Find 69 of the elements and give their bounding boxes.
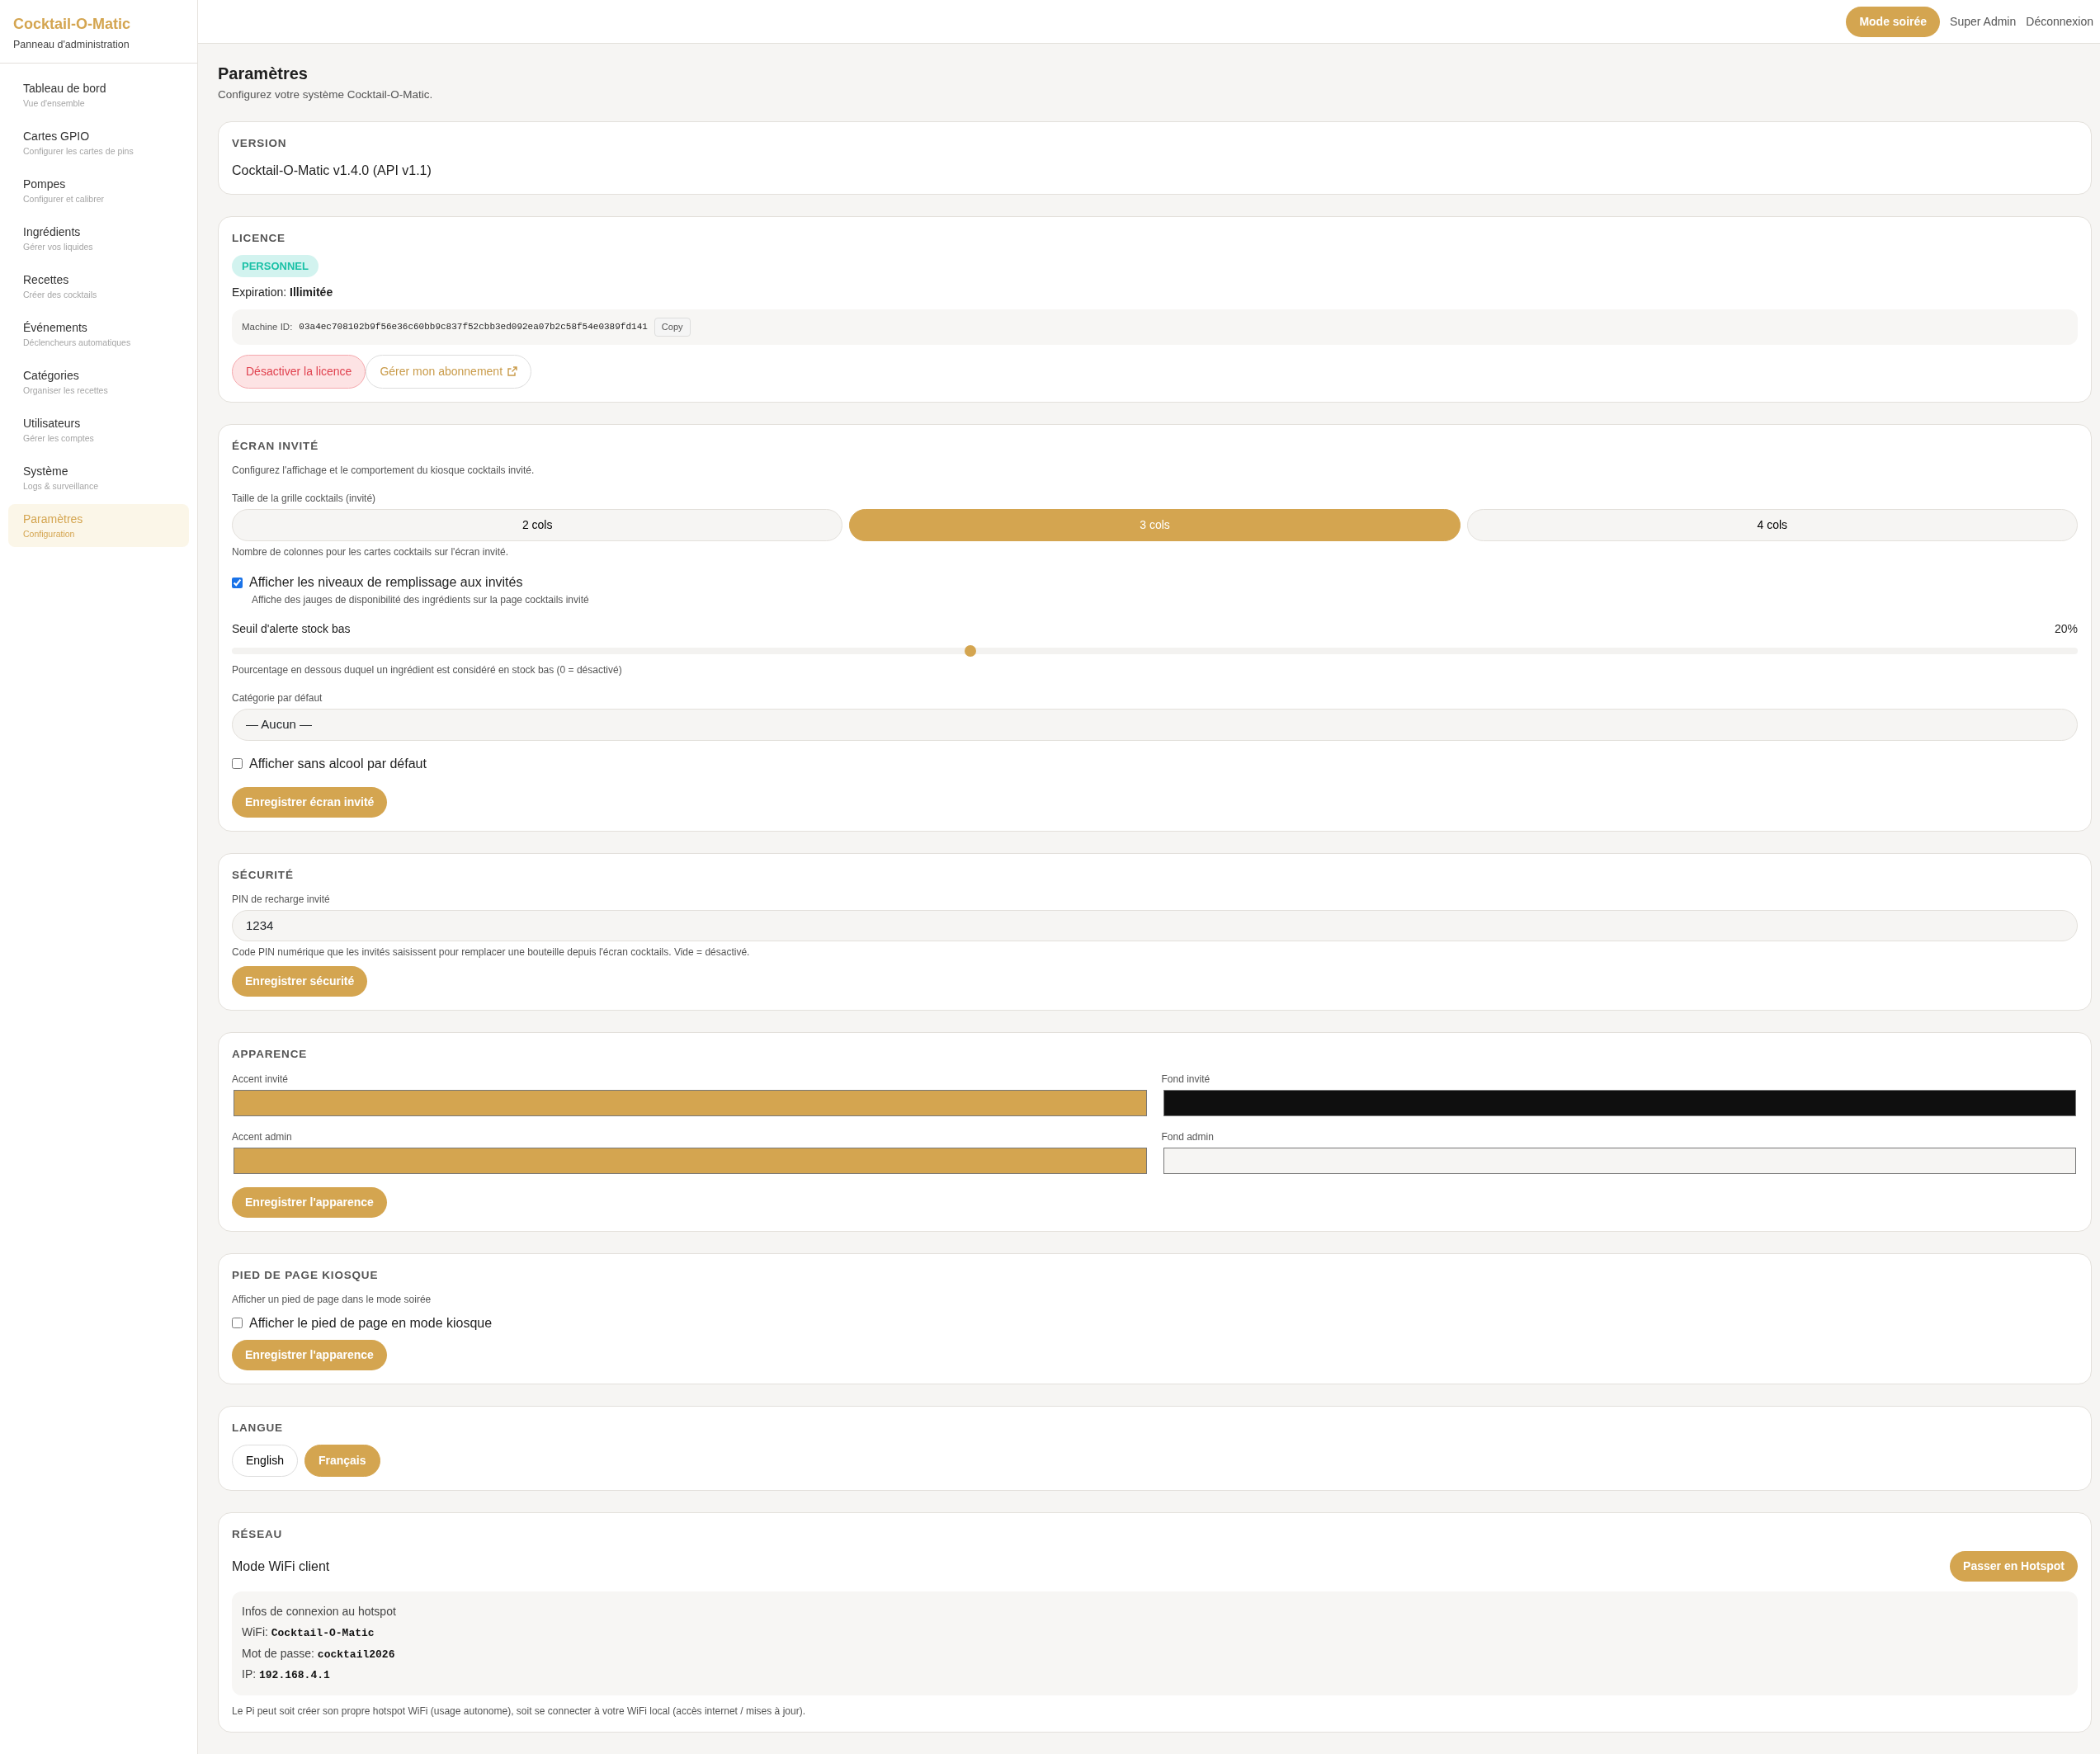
section-description: Configurez l'affichage et le comportement du kiosque cocktails invité.: [232, 464, 536, 478]
language-option[interactable]: English: [232, 1445, 298, 1477]
info-line: WiFi: Cocktail-O-Matic: [242, 1624, 375, 1641]
field-hint: Pourcentage en dessous duquel un ingrédient est considéré en stock bas (0 = désactivé): [232, 663, 623, 677]
section-heading: LICENCE: [232, 230, 286, 246]
sidebar-item[interactable]: Utilisateurs Gérer les comptes: [8, 408, 189, 451]
checkbox[interactable]: [232, 758, 243, 769]
field-label: Accent admin: [232, 1129, 293, 1144]
page-title: Paramètres: [218, 64, 309, 83]
sidebar-item[interactable]: Tableau de bord Vue d'ensemble: [8, 73, 189, 116]
field-label: PIN de recharge invité: [232, 892, 331, 907]
grid-size-option[interactable]: 2 cols: [232, 509, 843, 541]
grid-size-option[interactable]: 4 cols: [1466, 509, 2078, 541]
external-link-icon: [507, 365, 518, 376]
sidebar-item[interactable]: Événements Déclencheurs automatiques: [8, 313, 189, 356]
pin-field[interactable]: 1234: [232, 909, 2078, 942]
licence-badge: PERSONNEL: [232, 254, 319, 278]
slider-thumb[interactable]: [964, 645, 976, 657]
color-field[interactable]: [1163, 1089, 2076, 1116]
slider-label: Seuil d'alerte stock bas: [232, 621, 351, 637]
field-label: Accent invité: [232, 1072, 290, 1087]
checkbox[interactable]: [232, 1318, 243, 1329]
field-hint: Le Pi peut soit créer son propre hotspot WiFi (usage autonome), soit se connecter à votre WiFi local (accès internet / mises à jour).: [232, 1704, 806, 1719]
section-description: Afficher un pied de page dans le mode soirée: [232, 1292, 432, 1307]
field-label: Fond invité: [1161, 1072, 1211, 1087]
field-label: Fond admin: [1161, 1129, 1215, 1144]
app-title: Cocktail-O-Matic: [13, 15, 132, 34]
sidebar-item[interactable]: Recettes Créer des cocktails: [8, 265, 189, 308]
sidebar-item[interactable]: Pompes Configurer et calibrer: [8, 169, 189, 212]
color-field[interactable]: [234, 1089, 1147, 1116]
checkbox[interactable]: [232, 577, 243, 588]
field-label: Catégorie par défaut: [232, 691, 323, 705]
app-subtitle: Panneau d'administration: [13, 38, 130, 52]
field-hint: Nombre de colonnes pour les cartes cocktails sur l'écran invité.: [232, 545, 510, 559]
version-text: Cocktail-O-Matic v1.4.0 (API v1.1): [232, 162, 432, 179]
user-name: Super Admin: [1950, 13, 2017, 30]
checkbox-label: Afficher les niveaux de remplissage aux invités: [249, 574, 523, 591]
deactivate-licence-button[interactable]: Désactiver la licence: [232, 354, 366, 389]
sidebar-item[interactable]: Catégories Organiser les recettes: [8, 361, 189, 403]
category-select[interactable]: — Aucun —: [232, 709, 2078, 741]
section-heading: SÉCURITÉ: [232, 867, 295, 883]
color-field[interactable]: [234, 1147, 1147, 1174]
field-label: Taille de la grille cocktails (invité): [232, 492, 377, 506]
slider-track[interactable]: [232, 648, 2078, 654]
section-heading: RÉSEAU: [232, 1527, 284, 1542]
logout-link[interactable]: Déconnexion: [2026, 12, 2093, 31]
section-heading: APPARENCE: [232, 1047, 309, 1063]
section-heading: LANGUE: [232, 1420, 284, 1436]
expiration-text: Expiration: Illimitée: [232, 285, 334, 301]
info-title: Infos de connexion au hotspot: [242, 1604, 397, 1620]
section-heading: VERSION: [232, 136, 288, 152]
field-hint: Affiche des jauges de disponibilité des ingrédients sur la page cocktails invité: [251, 593, 590, 607]
section-heading: PIED DE PAGE KIOSQUE: [232, 1267, 380, 1283]
sidebar-item[interactable]: Système Logs & surveillance: [8, 456, 189, 499]
machine-id-value: 03a4ec708102b9f56e36c60bb9c837f52cbb3ed092ea07b2c58f54e0389fd141: [299, 321, 648, 334]
field-hint: Code PIN numérique que les invités saisissent pour remplacer une bouteille depuis l'écran cocktails. Vide = désactivé.: [232, 945, 751, 960]
info-line: Mot de passe: cocktail2026: [242, 1645, 396, 1662]
checkbox-label: Afficher le pied de page en mode kiosque: [249, 1314, 493, 1332]
checkbox-label: Afficher sans alcool par défaut: [249, 755, 427, 772]
network-mode: Mode WiFi client: [232, 1558, 330, 1575]
sidebar-item[interactable]: Cartes GPIO Configurer les cartes de pins: [8, 121, 189, 164]
copy-button[interactable]: Copy: [654, 318, 691, 337]
machine-id-label: Machine ID:: [242, 320, 293, 333]
color-field[interactable]: [1163, 1147, 2076, 1174]
section-heading: ÉCRAN INVITÉ: [232, 438, 319, 454]
slider-reading: 20%: [2054, 621, 2078, 637]
page-subtitle: Configurez votre système Cocktail-O-Matic.: [218, 87, 434, 102]
sidebar-item[interactable]: Ingrédients Gérer vos liquides: [8, 217, 189, 260]
info-line: IP: 192.168.4.1: [242, 1667, 331, 1684]
